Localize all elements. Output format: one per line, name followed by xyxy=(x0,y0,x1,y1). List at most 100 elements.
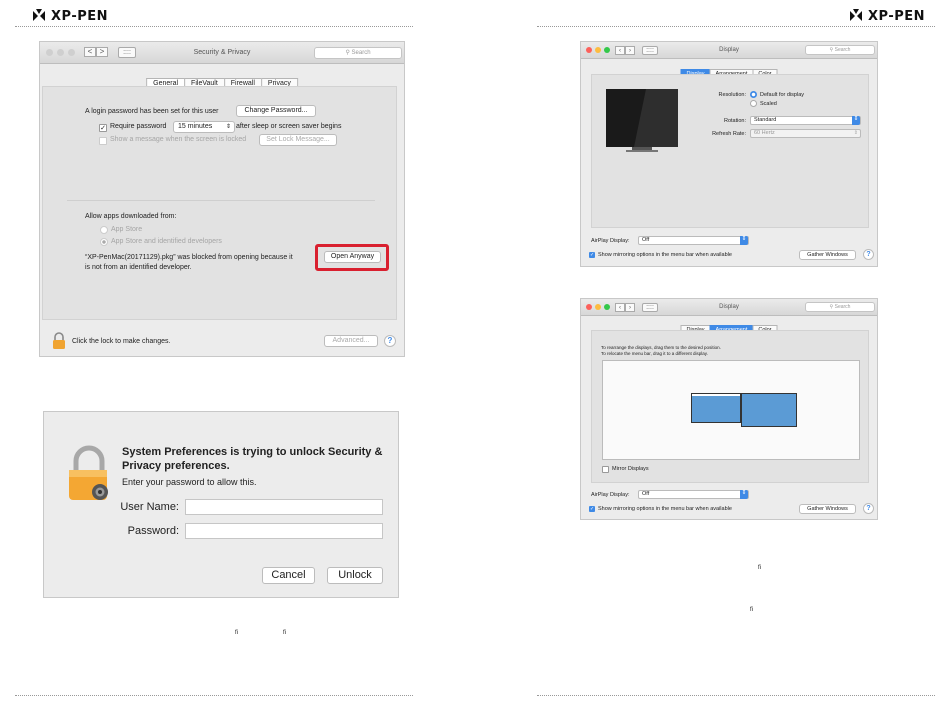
refresh-rate-value: 60 Hertz xyxy=(754,130,775,136)
general-panel: A login password has been set for this u… xyxy=(42,86,397,320)
unlock-heading-line2: Privacy preferences. xyxy=(122,460,230,472)
help-button[interactable]: ? xyxy=(863,249,874,260)
title-bar: ‹ › :::: Display ⚲ Search xyxy=(581,42,877,59)
stepper-icon: ⇕ xyxy=(225,124,231,130)
open-anyway-button[interactable]: Open Anyway xyxy=(324,251,381,263)
search-icon: ⚲ xyxy=(345,50,350,56)
search-input[interactable]: ⚲ Search xyxy=(805,302,875,312)
airplay-label: AirPlay Display: xyxy=(591,238,630,244)
airplay-select[interactable]: Off ⇕ xyxy=(638,236,749,245)
require-password-value: 15 minutes xyxy=(178,123,213,130)
primary-display-block[interactable] xyxy=(691,393,741,423)
airplay-value: Off xyxy=(642,491,650,497)
password-field[interactable] xyxy=(185,523,383,539)
app-store-radio[interactable] xyxy=(100,226,108,234)
resolution-default-radio[interactable] xyxy=(750,91,757,98)
footnote-left-b: fi xyxy=(283,630,286,636)
search-input[interactable]: ⚲ Search xyxy=(314,47,402,59)
arrangement-canvas xyxy=(602,360,860,460)
arrangement-window: ‹ › :::: Display ⚲ Search Display Arrang… xyxy=(580,298,878,520)
search-placeholder: Search xyxy=(834,47,851,53)
lock-text: Click the lock to make changes. xyxy=(72,338,171,345)
identified-developers-radio[interactable] xyxy=(100,238,108,246)
app-store-option: App Store xyxy=(111,226,143,233)
require-password-label: Require password xyxy=(110,123,167,130)
blocked-message-line2: is not from an identified developer. xyxy=(85,264,192,271)
footnote-left-a: fi xyxy=(235,630,238,636)
chevron-updown-icon: ⇕ xyxy=(852,116,860,125)
show-message-checkbox[interactable] xyxy=(99,137,107,145)
bottom-divider-left xyxy=(15,695,413,696)
mirroring-checkbox[interactable]: ✓ xyxy=(589,506,595,512)
unlock-subtext: Enter your password to allow this. xyxy=(122,477,257,487)
help-button[interactable]: ? xyxy=(863,503,874,514)
help-button[interactable]: ? xyxy=(384,335,396,347)
display-panel: Resolution: Default for display Scaled R… xyxy=(591,74,869,228)
mirror-displays-label: Mirror Displays xyxy=(612,466,649,472)
username-label: User Name: xyxy=(120,501,179,513)
change-password-button[interactable]: Change Password... xyxy=(236,105,316,117)
advanced-button[interactable]: Advanced... xyxy=(324,335,378,347)
lock-icon[interactable] xyxy=(52,332,66,349)
mirroring-label: Show mirroring options in the menu bar w… xyxy=(598,506,732,512)
secondary-display-block[interactable] xyxy=(741,393,797,427)
top-divider-left xyxy=(15,26,413,27)
allow-apps-label: Allow apps downloaded from: xyxy=(85,213,177,220)
search-icon: ⚲ xyxy=(829,47,834,53)
refresh-rate-select[interactable]: 60 Hertz ⇕ xyxy=(750,129,861,138)
brand-name: XP-PEN xyxy=(51,8,109,24)
chevron-updown-icon: ⇕ xyxy=(740,490,748,499)
display-window: ‹ › :::: Display ⚲ Search Display Arrang… xyxy=(580,41,878,267)
search-placeholder: Search xyxy=(351,50,371,56)
require-password-checkbox[interactable]: ✓ xyxy=(99,124,107,132)
chevron-updown-icon: ⇕ xyxy=(853,130,858,136)
rotation-select[interactable]: Standard ⇕ xyxy=(750,116,861,125)
mirroring-label: Show mirroring options in the menu bar w… xyxy=(598,252,732,258)
brand-logo-right: XP-PEN xyxy=(848,8,925,24)
instruction-line2: To relocate the menu bar, drag it to a d… xyxy=(601,351,708,356)
footnote-right-a: fi xyxy=(758,565,761,571)
unlock-dialog: System Preferences is trying to unlock S… xyxy=(43,411,399,598)
resolution-default-label: Default for display xyxy=(760,92,805,98)
search-placeholder: Search xyxy=(834,304,851,310)
login-password-text: A login password has been set for this u… xyxy=(85,108,219,115)
panel-separator xyxy=(67,200,375,201)
gather-windows-button[interactable]: Gather Windows xyxy=(799,250,856,260)
cancel-button[interactable]: Cancel xyxy=(262,567,315,584)
title-bar: ‹ › :::: Display ⚲ Search xyxy=(581,299,877,316)
resolution-label: Resolution: xyxy=(718,92,746,98)
show-message-label: Show a message when the screen is locked xyxy=(110,136,247,143)
title-bar: < > :::: Security & Privacy ⚲ Search xyxy=(40,42,404,64)
chevron-updown-icon: ⇕ xyxy=(740,236,748,245)
refresh-rate-label: Refresh Rate: xyxy=(712,131,746,137)
airplay-value: Off xyxy=(642,237,650,243)
require-password-select[interactable]: 15 minutes ⇕ xyxy=(173,121,235,133)
brand-logo-left: XP-PEN xyxy=(31,8,108,24)
search-input[interactable]: ⚲ Search xyxy=(805,45,875,55)
mirror-displays-checkbox[interactable] xyxy=(602,466,609,473)
rotation-label: Rotation: xyxy=(723,118,746,124)
airplay-select[interactable]: Off ⇕ xyxy=(638,490,749,499)
arrangement-panel: To rearrange the displays, drag them to … xyxy=(591,330,869,483)
instruction-line1: To rearrange the displays, drag them to … xyxy=(601,345,721,350)
unlock-button[interactable]: Unlock xyxy=(327,567,383,584)
identified-developers-option: App Store and identified developers xyxy=(111,238,222,245)
airplay-label: AirPlay Display: xyxy=(591,492,630,498)
resolution-scaled-label: Scaled xyxy=(760,101,777,107)
padlock-icon xyxy=(69,445,108,500)
password-label: Password: xyxy=(127,525,179,537)
mirroring-checkbox[interactable]: ✓ xyxy=(589,252,595,258)
menu-bar-strip[interactable] xyxy=(692,394,740,396)
set-lock-message-button[interactable]: Set Lock Message... xyxy=(259,134,337,146)
bottom-divider-right xyxy=(537,695,935,696)
top-divider-right xyxy=(537,26,935,27)
resolution-scaled-radio[interactable] xyxy=(750,100,757,107)
xp-pen-logo-icon xyxy=(33,9,45,21)
footnote-right-b: fi xyxy=(750,607,753,613)
unlock-heading-line1: System Preferences is trying to unlock S… xyxy=(122,446,383,458)
search-icon: ⚲ xyxy=(829,304,834,310)
rotation-value: Standard xyxy=(754,117,777,123)
xp-pen-logo-icon xyxy=(850,9,862,21)
username-field[interactable] xyxy=(185,499,383,515)
gather-windows-button[interactable]: Gather Windows xyxy=(799,504,856,514)
